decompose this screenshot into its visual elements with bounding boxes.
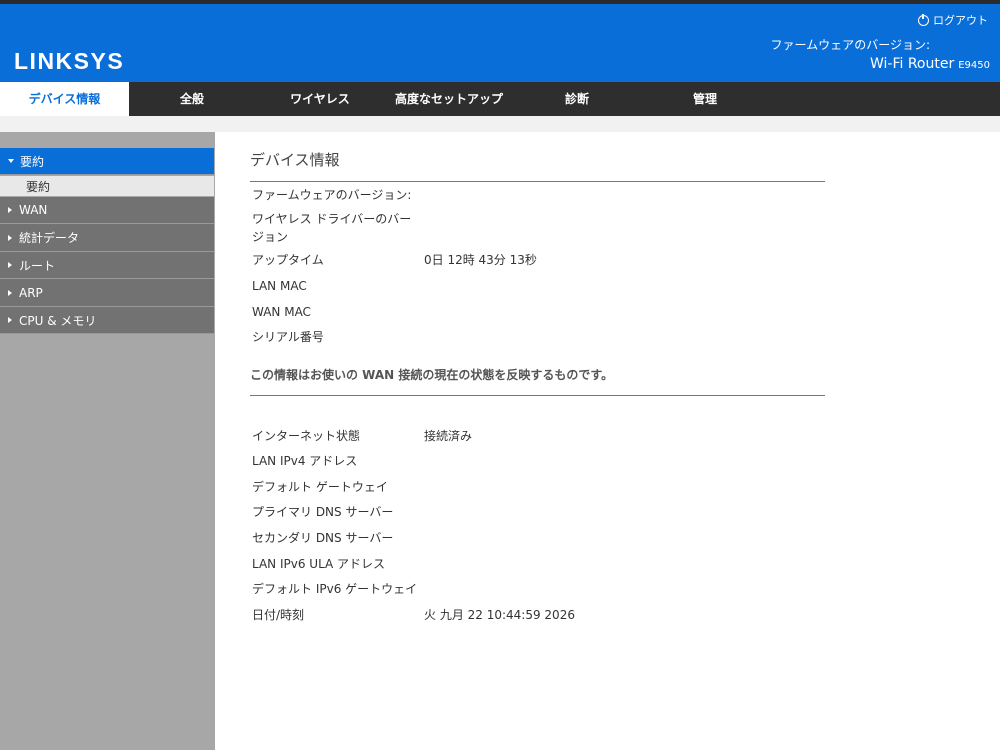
page-title: デバイス情報 xyxy=(250,151,340,169)
chevron-right-icon xyxy=(8,262,12,268)
value-uptime: 0日 12時 43分 13秒 xyxy=(424,253,537,267)
chevron-down-icon xyxy=(8,159,14,163)
logout-label: ログアウト xyxy=(933,14,988,27)
model-info: Wi-Fi Router E9450 xyxy=(870,56,990,72)
divider xyxy=(250,395,825,396)
chevron-right-icon xyxy=(8,317,12,323)
sidebar-item-wan[interactable]: WAN xyxy=(0,197,214,224)
sidebar-item-statistics[interactable]: 統計データ xyxy=(0,224,214,252)
power-icon xyxy=(918,13,929,26)
label-secondary-dns: セカンダリ DNS サーバー xyxy=(252,531,394,545)
label-internet-status: インターネット状態 xyxy=(252,429,361,443)
label-uptime: アップタイム xyxy=(252,253,324,267)
tab-general[interactable]: 全般 xyxy=(150,82,234,116)
sidebar-item-label: ルート xyxy=(19,258,56,273)
sidebar-item-arp[interactable]: ARP xyxy=(0,279,214,307)
tab-advanced-setup[interactable]: 高度なセットアップ xyxy=(385,82,513,116)
tab-diagnostics[interactable]: 診断 xyxy=(540,82,614,116)
label-date-time: 日付/時刻 xyxy=(252,608,305,622)
label-wan-mac: WAN MAC xyxy=(252,305,311,319)
chevron-right-icon xyxy=(8,289,12,296)
sidebar: 要約 要約 WAN 統計データ ルート ARP CPU & メモリ xyxy=(0,132,215,750)
label-lan-mac: LAN MAC xyxy=(252,279,307,293)
sidebar-item-label: 要約 xyxy=(20,154,45,169)
value-date-time: 火 九月 22 10:44:59 2026 xyxy=(424,608,575,622)
label-primary-dns: プライマリ DNS サーバー xyxy=(252,505,394,519)
sidebar-subitem-summary[interactable]: 要約 xyxy=(0,176,214,196)
label-default-gateway: デフォルト ゲートウェイ xyxy=(252,480,388,494)
sidebar-item-route[interactable]: ルート xyxy=(0,252,214,279)
main-nav: デバイス情報 全般 ワイヤレス 高度なセットアップ 診断 管理 xyxy=(0,82,1000,116)
sidebar-item-label: 統計データ xyxy=(19,231,80,245)
sidebar-item-label: ARP xyxy=(19,285,43,300)
linksys-logo: LINKSYS xyxy=(14,48,125,74)
label-default-ipv6-gateway: デフォルト IPv6 ゲートウェイ xyxy=(252,582,418,596)
value-internet-status: 接続済み xyxy=(424,429,473,443)
label-wireless-driver-version: ワイヤレス ドライバーのバージョン xyxy=(252,212,412,244)
sidebar-item-summary[interactable]: 要約 xyxy=(0,148,214,175)
label-firmware-version: ファームウェアのバージョン: xyxy=(252,188,412,202)
tab-wireless[interactable]: ワイヤレス xyxy=(270,82,370,116)
wan-status-note: この情報はお使いの WAN 接続の現在の状態を反映するものです。 xyxy=(250,368,614,382)
chevron-right-icon xyxy=(8,234,12,241)
label-lan-ipv4-address: LAN IPv4 アドレス xyxy=(252,454,358,468)
sub-header-strip xyxy=(0,116,1000,132)
header-bar: LINKSYS ログアウト ファームウェアのバージョン: Wi-Fi Route… xyxy=(0,4,1000,82)
logout-link[interactable]: ログアウト xyxy=(918,12,988,28)
firmware-version-label: ファームウェアのバージョン: xyxy=(770,38,930,52)
model-name: Wi-Fi Router xyxy=(869,56,955,72)
sidebar-item-label: WAN xyxy=(19,203,48,217)
tab-management[interactable]: 管理 xyxy=(670,82,740,116)
model-code: E9450 xyxy=(958,60,990,71)
chevron-right-icon xyxy=(8,207,12,213)
sidebar-item-label: CPU & メモリ xyxy=(19,313,97,328)
sidebar-item-cpu-memory[interactable]: CPU & メモリ xyxy=(0,307,214,334)
tab-device-info[interactable]: デバイス情報 xyxy=(0,82,129,116)
divider xyxy=(250,181,825,182)
label-serial-number: シリアル番号 xyxy=(252,330,324,344)
label-lan-ipv6-ula-address: LAN IPv6 ULA アドレス xyxy=(252,557,386,571)
